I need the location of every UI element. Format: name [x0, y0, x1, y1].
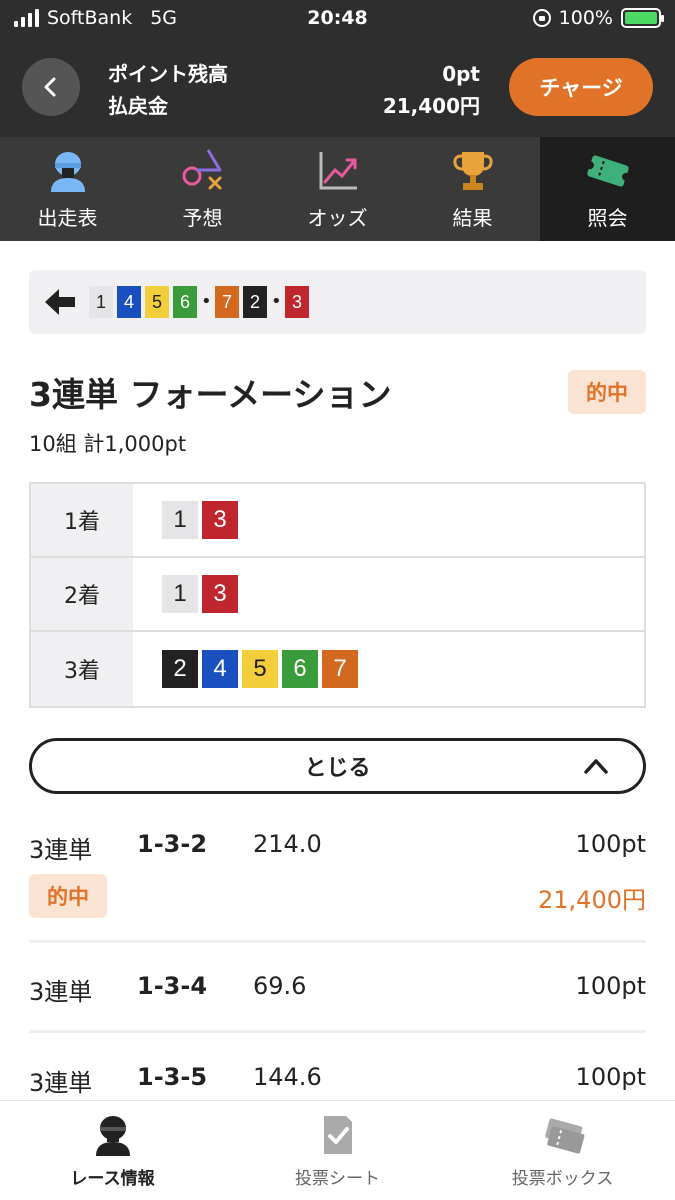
frame-chip: 4 [117, 286, 141, 318]
stake-amount: 100pt [575, 830, 646, 858]
formation-table: 1着 1 3 2着 1 3 3着 2 4 5 6 7 [29, 482, 646, 708]
odds: 69.6 [253, 972, 307, 1000]
number-group: 1 3 [162, 484, 238, 556]
frame-chip: 3 [202, 501, 238, 539]
stake-amount: 100pt [575, 972, 646, 1000]
place-label: 2着 [31, 558, 133, 630]
frame-chip: 5 [242, 650, 278, 688]
hit-badge: 的中 [568, 370, 646, 414]
formation-row: 2着 1 3 [31, 558, 644, 632]
battery-percent: 100% [558, 7, 613, 29]
tab-prediction[interactable]: 予想 [135, 137, 270, 241]
odds: 144.6 [253, 1063, 322, 1091]
top-tabs: 出走表 予想 オッズ 結果 照会 [0, 137, 675, 241]
tab-inquiry[interactable]: 照会 [540, 137, 675, 241]
frame-chip: 1 [162, 501, 198, 539]
number-group: 1 3 [162, 558, 238, 630]
bet-subtitle: 10組 計1,000pt [29, 432, 187, 456]
points-label: ポイント残高 [108, 62, 228, 86]
chevron-up-icon [584, 759, 608, 774]
place-label: 3着 [31, 632, 133, 706]
frame-chip: 7 [322, 650, 358, 688]
frame-chip: 6 [173, 286, 197, 318]
result-row: 3連単 1-3-2 214.0 100pt 的中 21,400円 [29, 830, 646, 920]
bet-title: 3連単 フォーメーション [29, 375, 392, 414]
result-row: 3連単 1-3-4 69.6 100pt [29, 972, 646, 1012]
balance-values: 0pt 21,400円 [383, 58, 480, 122]
tab-race-card[interactable]: 出走表 [0, 137, 135, 241]
status-right: 100% [532, 7, 664, 29]
tab-label: 照会 [587, 205, 628, 230]
bet-type: 3連単 [29, 836, 93, 864]
bottom-nav: レース情報 投票シート 投票ボックス [0, 1100, 675, 1200]
formation-row: 1着 1 3 [31, 484, 644, 558]
tab-results[interactable]: 結果 [405, 137, 540, 241]
hit-badge: 的中 [29, 874, 107, 918]
jockey-icon [50, 151, 85, 192]
close-label: とじる [304, 756, 371, 781]
header: ポイント残高 払戻金 0pt 21,400円 チャージ [0, 38, 675, 137]
tab-label: 結果 [452, 205, 493, 230]
frame-chip: 1 [162, 575, 198, 613]
charge-button[interactable]: チャージ [509, 58, 653, 116]
close-button[interactable]: とじる [29, 738, 646, 794]
tab-odds[interactable]: オッズ [270, 137, 405, 241]
chevron-left-icon [44, 77, 56, 97]
back-button[interactable] [22, 58, 80, 116]
arrow-left-icon [45, 289, 75, 315]
separator-dot: • [201, 291, 212, 312]
nav-label: 投票シート [295, 1169, 380, 1189]
frame-chip: 3 [285, 286, 309, 318]
selection-summary: 1 4 5 6 • 7 2 • 3 [29, 270, 646, 334]
nav-race-info[interactable]: レース情報 [0, 1101, 225, 1200]
odds: 214.0 [253, 830, 322, 858]
tickets-icon [544, 1118, 584, 1154]
refund-label: 払戻金 [108, 94, 168, 118]
frame-chip: 6 [282, 650, 318, 688]
tab-label: 予想 [182, 205, 223, 230]
check-sheet-icon [323, 1116, 352, 1154]
nav-ballot-box[interactable]: 投票ボックス [450, 1101, 675, 1200]
combination: 1-3-4 [137, 972, 208, 1000]
symbols-icon [182, 148, 221, 189]
nav-label: 投票ボックス [511, 1169, 614, 1189]
balance-labels: ポイント残高 払戻金 [108, 58, 228, 122]
frame-chip: 4 [202, 650, 238, 688]
place-label: 1着 [31, 484, 133, 556]
status-bar: SoftBank 5G 20:48 100% [0, 0, 675, 38]
battery-icon [621, 8, 664, 28]
combination: 1-3-2 [137, 830, 208, 858]
frame-chip: 2 [162, 650, 198, 688]
frame-chip: 2 [243, 286, 267, 318]
ticket-icon [585, 154, 630, 187]
divider [29, 1030, 646, 1033]
result-row: 3連単 1-3-5 144.6 100pt [29, 1063, 646, 1103]
frame-chip: 7 [215, 286, 239, 318]
nav-ballot-sheet[interactable]: 投票シート [225, 1101, 450, 1200]
separator-dot: • [271, 291, 282, 312]
frame-chip: 1 [89, 286, 113, 318]
payout: 21,400円 [538, 886, 646, 914]
nav-label: レース情報 [70, 1169, 155, 1189]
points-value: 0pt [442, 62, 480, 86]
frame-chip: 3 [202, 575, 238, 613]
tab-label: オッズ [307, 205, 368, 230]
refund-value: 21,400円 [382, 94, 480, 118]
tab-label: 出走表 [37, 205, 98, 230]
jockey-icon [95, 1116, 130, 1156]
frame-chip: 5 [145, 286, 169, 318]
stake-amount: 100pt [575, 1063, 646, 1091]
divider [29, 940, 646, 943]
formation-row: 3着 2 4 5 6 7 [31, 632, 644, 706]
chart-up-icon [319, 151, 357, 189]
bet-type: 3連単 [29, 978, 93, 1006]
rotation-lock-icon [532, 9, 551, 27]
bet-type: 3連単 [29, 1069, 93, 1097]
combination: 1-3-5 [137, 1063, 208, 1091]
number-group: 2 4 5 6 7 [162, 632, 358, 706]
trophy-icon [452, 151, 493, 190]
